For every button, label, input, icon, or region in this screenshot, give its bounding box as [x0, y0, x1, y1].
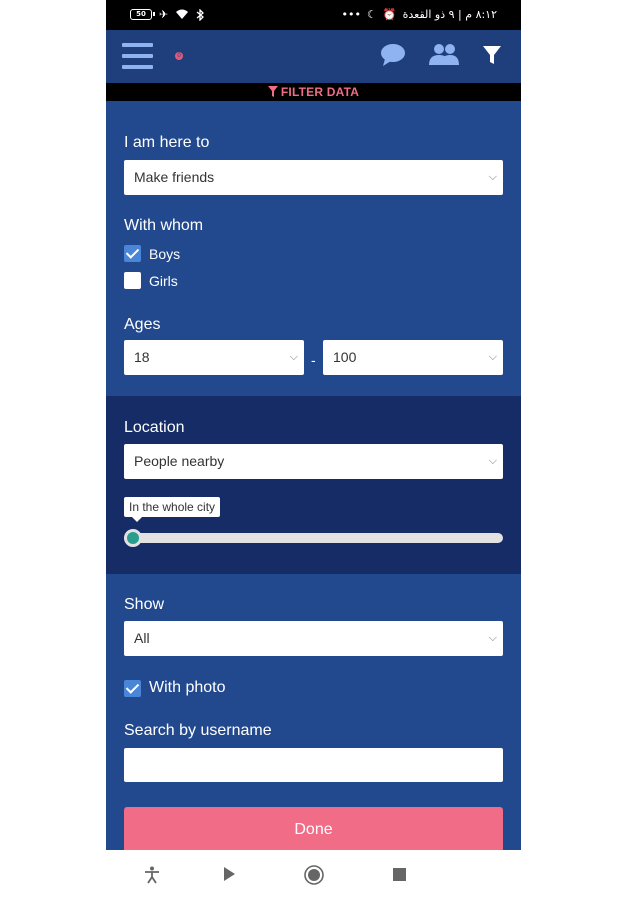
username-search-input[interactable] — [124, 748, 503, 782]
menu-icon[interactable] — [122, 43, 153, 69]
status-icons-right: ••• ☾ ⏰ ٨:١٢ م | ٩ ذو القعدة — [342, 8, 497, 21]
purpose-label: I am here to — [124, 134, 210, 151]
battery-icon: 50 — [130, 9, 155, 20]
location-label: Location — [124, 419, 185, 436]
show-select[interactable]: All ⌵ — [124, 621, 503, 656]
accessibility-icon[interactable] — [144, 866, 160, 884]
purpose-value: Make friends — [134, 169, 215, 185]
people-icon[interactable] — [428, 43, 460, 67]
filter-data-bar[interactable]: FILTER DATA — [106, 83, 521, 101]
with-photo-row[interactable]: With photo — [124, 679, 225, 697]
chevron-down-icon: ⌵ — [289, 351, 298, 363]
wifi-icon — [176, 9, 189, 19]
search-label: Search by username — [124, 722, 272, 739]
status-bar: 50 ✈ ••• ☾ ⏰ ٨:١٢ م | ٩ ذو القعدة — [106, 0, 521, 30]
notification-badge[interactable]: 0 — [175, 52, 183, 60]
alarm-icon: ⏰ — [382, 8, 397, 21]
system-nav-bar — [106, 850, 521, 900]
chevron-down-icon: ⌵ — [488, 632, 497, 644]
chevron-down-icon: ⌵ — [488, 455, 497, 467]
with-photo-checkbox[interactable] — [124, 679, 141, 697]
age-max-value: 100 — [333, 349, 357, 365]
girls-label: Girls — [149, 272, 178, 289]
age-min-select[interactable]: 18 ⌵ — [124, 340, 304, 375]
show-label: Show — [124, 596, 165, 613]
show-value: All — [134, 630, 150, 646]
ages-label: Ages — [124, 316, 161, 333]
app-header: 0 — [106, 30, 521, 83]
filter-data-label: FILTER DATA — [280, 85, 360, 99]
filter-icon[interactable] — [482, 43, 502, 67]
funnel-icon — [267, 86, 278, 97]
moon-icon: ☾ — [367, 8, 377, 21]
boys-label: Boys — [149, 245, 181, 262]
stop-icon[interactable] — [393, 868, 406, 881]
airplane-icon: ✈ — [159, 8, 169, 21]
done-button[interactable]: Done — [124, 807, 503, 852]
with-whom-label: With whom — [124, 217, 204, 234]
phone-screen: 50 ✈ ••• ☾ ⏰ ٨:١٢ م | ٩ ذو القعدة 0 FILT… — [106, 0, 521, 900]
distance-slider-thumb[interactable] — [124, 529, 142, 547]
slider-tooltip: In the whole city — [124, 497, 221, 522]
bluetooth-icon — [196, 8, 205, 21]
age-separator: - — [311, 352, 316, 368]
status-time: ٨:١٢ م | ٩ ذو القعدة — [402, 8, 497, 21]
more-icon: ••• — [341, 8, 362, 21]
status-icons-left: 50 ✈ — [130, 8, 205, 21]
record-icon[interactable] — [304, 865, 324, 885]
girls-checkbox[interactable] — [124, 272, 141, 289]
boys-checkbox-row[interactable]: Boys — [124, 245, 180, 262]
boys-checkbox[interactable] — [124, 245, 141, 262]
age-max-select[interactable]: 100 ⌵ — [323, 340, 503, 375]
age-min-value: 18 — [134, 349, 150, 365]
chevron-down-icon: ⌵ — [488, 351, 497, 363]
chevron-down-icon: ⌵ — [488, 171, 497, 183]
play-icon[interactable] — [222, 866, 236, 882]
distance-slider-track[interactable] — [124, 533, 503, 543]
location-select[interactable]: People nearby ⌵ — [124, 444, 503, 479]
chat-icon[interactable] — [380, 43, 406, 67]
with-photo-label: With photo — [149, 679, 226, 696]
girls-checkbox-row[interactable]: Girls — [124, 272, 178, 289]
purpose-select[interactable]: Make friends ⌵ — [124, 160, 503, 195]
location-value: People nearby — [134, 453, 225, 469]
